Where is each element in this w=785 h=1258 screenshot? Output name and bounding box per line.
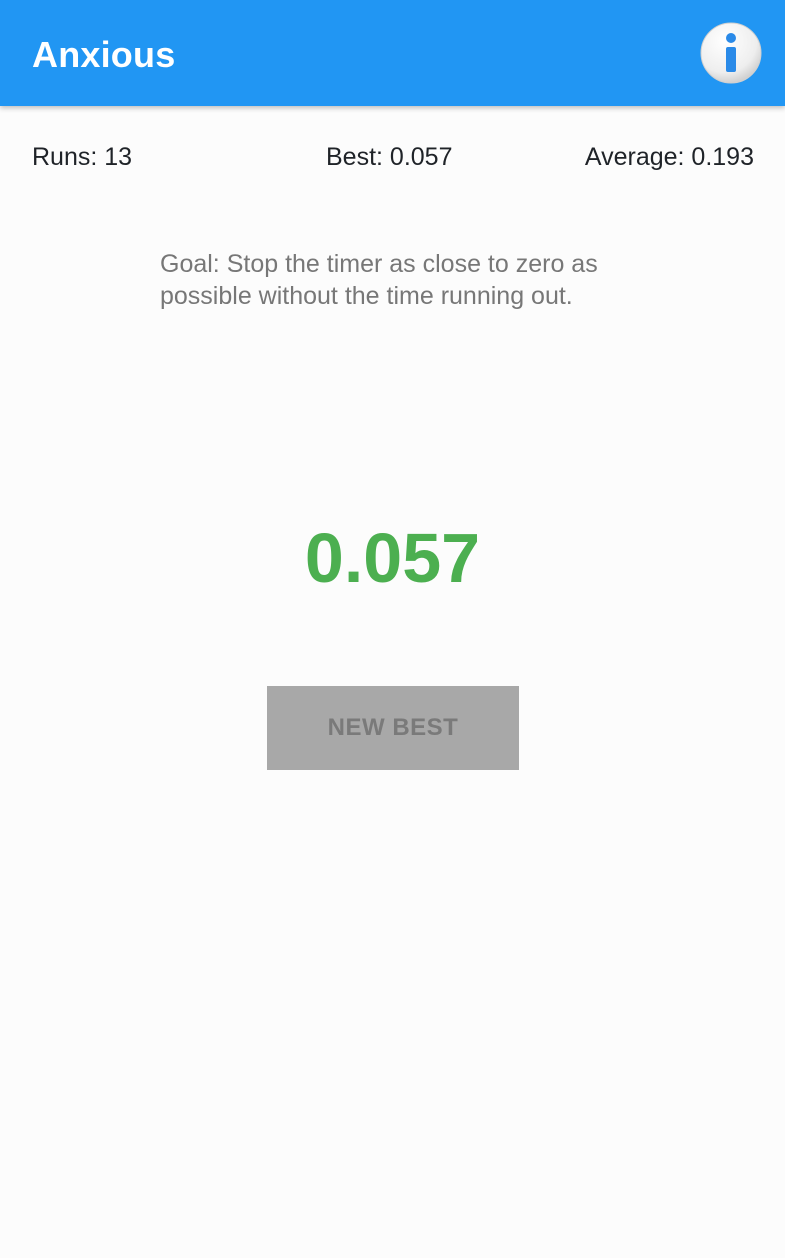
- average-time: Average: 0.193: [584, 143, 754, 171]
- app-bar: Anxious: [0, 0, 785, 106]
- info-icon: [700, 22, 762, 84]
- new-best-button[interactable]: NEW BEST: [267, 686, 519, 770]
- timer-display: 0.057: [304, 519, 481, 597]
- best-time: Best: 0.057: [326, 143, 453, 171]
- app-title: Anxious: [32, 34, 176, 75]
- runs-count: Runs: 13: [32, 143, 133, 171]
- goal-description: Goal: Stop the timer as close to zero as…: [160, 250, 598, 310]
- info-button[interactable]: [700, 22, 762, 84]
